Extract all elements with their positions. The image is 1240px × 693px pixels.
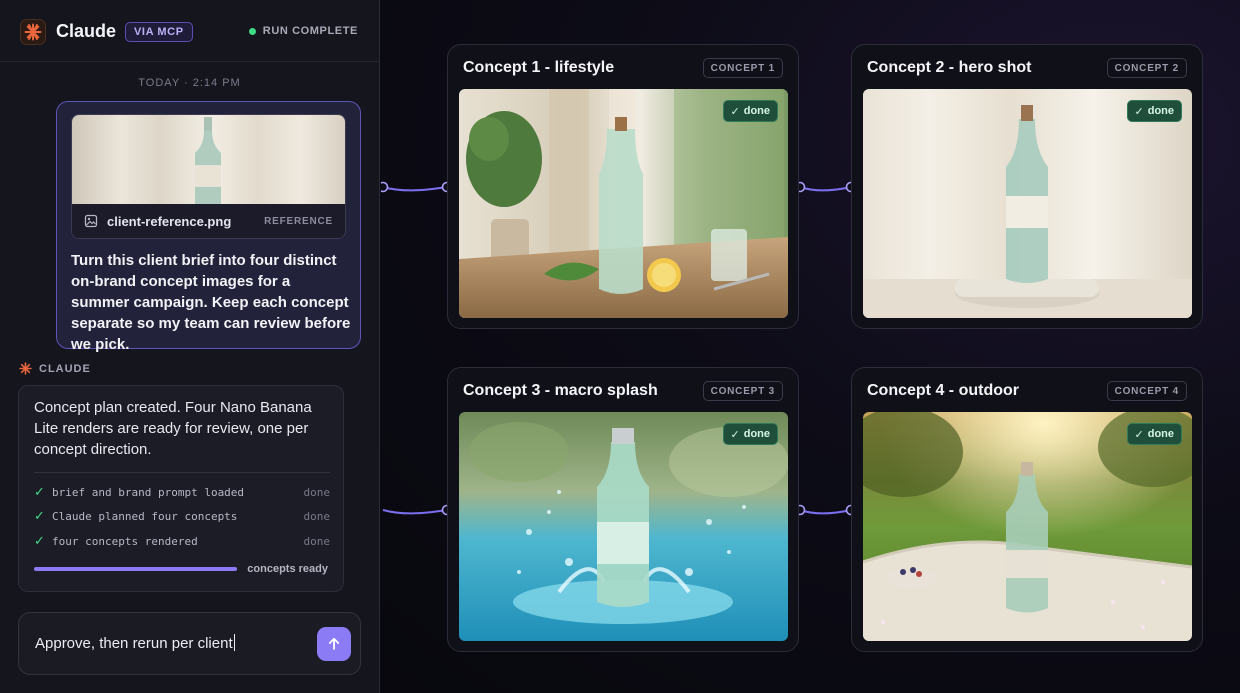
status-badge: ✓ done [1126, 100, 1182, 122]
attachment-reference-label: REFERENCE [264, 215, 333, 227]
lifestyle-scene-image [459, 89, 788, 318]
concept-tag: CONCEPT 2 [1106, 58, 1187, 78]
step-label: four concepts rendered [52, 534, 198, 548]
assistant-message-text: Concept plan created. Four Nano Banana L… [34, 399, 312, 458]
text-caret [233, 634, 235, 651]
concept-title: Concept 2 - hero shot [867, 59, 1032, 76]
divider [34, 472, 330, 473]
chat-header: Claude VIA MCP RUN COMPLETE [0, 0, 379, 62]
assistant-label-text: CLAUDE [39, 362, 91, 375]
concept-canvas: Concept 1 - lifestyle CONCEPT 1 ✓ done C… [381, 0, 1240, 693]
user-message-text: Turn this client brief into four distinc… [71, 252, 351, 353]
step-label: Claude planned four concepts [52, 509, 238, 523]
concept-tag: CONCEPT 3 [702, 381, 783, 401]
macro-splash-image [459, 412, 788, 641]
concept-image[interactable]: ✓ done [863, 412, 1192, 641]
concept-title: Concept 3 - macro splash [463, 382, 658, 399]
connector-edge [794, 504, 857, 516]
status-badge: ✓ done [722, 100, 778, 122]
message-timestamp: TODAY · 2:14 PM [138, 77, 241, 89]
step-state: done [303, 509, 331, 523]
assistant-message: Concept plan created. Four Nano Banana L… [18, 385, 344, 592]
progress-label: concepts ready [247, 563, 328, 575]
step-label: brief and brand prompt loaded [52, 485, 245, 499]
concept-title: Concept 1 - lifestyle [463, 59, 615, 76]
concept-title: Concept 4 - outdoor [867, 382, 1019, 399]
message-composer[interactable]: Approve, then rerun per client [18, 612, 361, 675]
app-title: Claude [56, 21, 117, 41]
check-icon: ✓ [1134, 105, 1144, 118]
check-icon: ✓ [34, 508, 45, 524]
bottle-thumbnail-image [195, 117, 221, 204]
check-icon: ✓ [34, 484, 45, 500]
composer-input-value: Approve, then rerun per client [35, 635, 233, 652]
concept-image[interactable]: ✓ done [459, 412, 788, 641]
concept-card-3[interactable]: Concept 3 - macro splash CONCEPT 3 ✓ don… [447, 367, 799, 652]
concept-card-1[interactable]: Concept 1 - lifestyle CONCEPT 1 ✓ done [447, 44, 799, 329]
progress-bar [34, 567, 237, 571]
send-button[interactable] [317, 627, 351, 661]
step-item: ✓ four concepts rendered done [34, 532, 330, 550]
connector-edge [382, 504, 453, 516]
arrow-up-icon [328, 637, 340, 650]
check-icon: ✓ [730, 105, 740, 118]
status-badge: ✓ done [722, 423, 778, 445]
concept-tag: CONCEPT 1 [702, 58, 783, 78]
outdoor-scene-image [863, 412, 1192, 641]
step-item: ✓ Claude planned four concepts done [34, 507, 330, 525]
check-icon: ✓ [1134, 428, 1144, 441]
attachment-info-bar: client-reference.png REFERENCE [72, 204, 345, 238]
image-file-icon [84, 214, 98, 228]
user-message: client-reference.png REFERENCE Turn this… [56, 101, 361, 353]
composer-input[interactable]: Approve, then rerun per client [35, 634, 235, 652]
claude-logo-icon [20, 19, 46, 45]
concept-image[interactable]: ✓ done [459, 89, 788, 318]
concept-card-4[interactable]: Concept 4 - outdoor CONCEPT 4 ✓ done [851, 367, 1203, 652]
chat-panel: Claude VIA MCP RUN COMPLETE TODAY · 2:14… [0, 0, 380, 693]
concept-tag: CONCEPT 4 [1106, 381, 1187, 401]
connector-edge [381, 181, 453, 193]
check-icon: ✓ [730, 428, 740, 441]
status-badge: ✓ done [1126, 423, 1182, 445]
concept-card-2[interactable]: Concept 2 - hero shot CONCEPT 2 ✓ done [851, 44, 1203, 329]
status-dot-icon [248, 27, 256, 35]
run-status: RUN COMPLETE [248, 25, 358, 37]
attachment-card[interactable]: client-reference.png REFERENCE [71, 114, 346, 239]
step-state: done [303, 485, 331, 499]
connector-edge [794, 181, 857, 193]
claude-sparkle-icon [19, 362, 32, 375]
concept-image[interactable]: ✓ done [863, 89, 1192, 318]
step-state: done [303, 534, 331, 548]
run-status-label: RUN COMPLETE [262, 25, 358, 37]
via-mcp-badge: VIA MCP [125, 22, 193, 42]
attachment-thumbnail [72, 115, 345, 204]
hero-shot-image [863, 89, 1192, 318]
assistant-label: CLAUDE [19, 362, 91, 375]
attachment-file-name: client-reference.png [107, 213, 232, 229]
step-item: ✓ brief and brand prompt loaded done [34, 483, 330, 501]
check-icon: ✓ [34, 533, 45, 549]
progress-fill [34, 567, 237, 571]
